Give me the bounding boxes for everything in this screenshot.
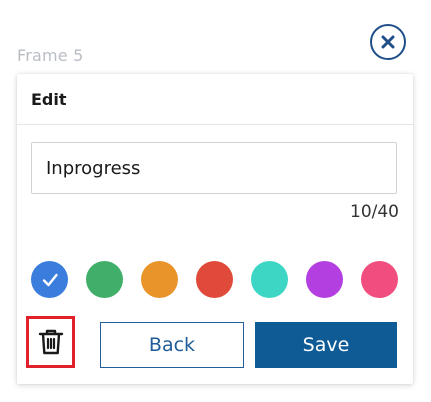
close-button[interactable] <box>370 24 406 60</box>
close-icon <box>381 35 395 49</box>
color-swatch-red[interactable] <box>196 261 233 298</box>
color-swatches <box>31 261 398 298</box>
color-swatch-green[interactable] <box>86 261 123 298</box>
edit-dialog: Edit 10/40 Back Save <box>17 74 413 384</box>
name-input[interactable] <box>31 142 397 194</box>
trash-icon <box>38 329 63 355</box>
color-swatch-blue[interactable] <box>31 261 68 298</box>
color-swatch-purple[interactable] <box>306 261 343 298</box>
save-button[interactable]: Save <box>255 322 397 368</box>
color-swatch-pink[interactable] <box>361 261 398 298</box>
back-button[interactable]: Back <box>100 322 244 368</box>
frame-label: Frame 5 <box>17 46 84 65</box>
delete-button[interactable] <box>26 316 75 368</box>
dialog-title: Edit <box>17 74 413 125</box>
color-swatch-teal[interactable] <box>251 261 288 298</box>
checkmark-icon <box>42 273 58 286</box>
character-counter: 10/40 <box>350 202 399 222</box>
color-swatch-orange[interactable] <box>141 261 178 298</box>
